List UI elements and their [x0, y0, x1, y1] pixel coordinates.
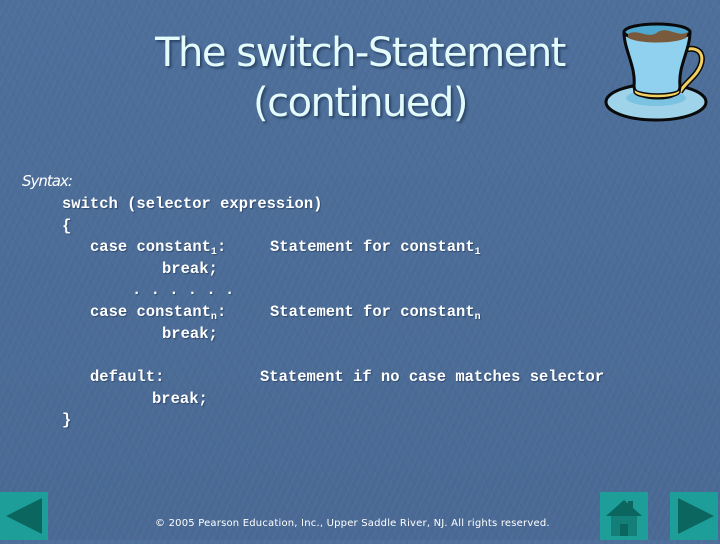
title-line-1: The switch-Statement	[155, 30, 566, 76]
triangle-right-icon	[678, 498, 714, 534]
code-switch-line: switch (selector expression)	[62, 195, 323, 213]
code-close-brace: }	[62, 411, 72, 429]
title-line-2: (continued)	[252, 80, 469, 126]
code-default-statement: Statement if no case matches selector	[260, 368, 605, 386]
code-case-n: case constantn:	[90, 303, 227, 323]
slide-title: The switch-Statement (continued)	[100, 28, 620, 128]
code-break-n: break;	[162, 325, 218, 343]
code-ellipsis: . . . . . .	[132, 281, 235, 299]
code-break-1: break;	[162, 260, 218, 278]
triangle-left-icon	[6, 498, 42, 534]
previous-slide-button[interactable]	[0, 492, 48, 540]
code-open-brace: {	[62, 217, 72, 235]
copyright-text: © 2005 Pearson Education, Inc., Upper Sa…	[155, 518, 550, 529]
home-button[interactable]	[600, 492, 648, 540]
code-case-1-statement: Statement for constant1	[270, 238, 481, 258]
home-icon	[606, 500, 642, 536]
next-slide-button[interactable]	[670, 492, 718, 540]
code-default: default:	[90, 368, 165, 386]
code-break-default: break;	[152, 390, 208, 408]
code-case-1: case constant1:	[90, 238, 227, 258]
coffee-cup-icon	[604, 22, 708, 122]
syntax-label: Syntax:	[22, 172, 73, 190]
code-case-n-statement: Statement for constantn	[270, 303, 481, 323]
